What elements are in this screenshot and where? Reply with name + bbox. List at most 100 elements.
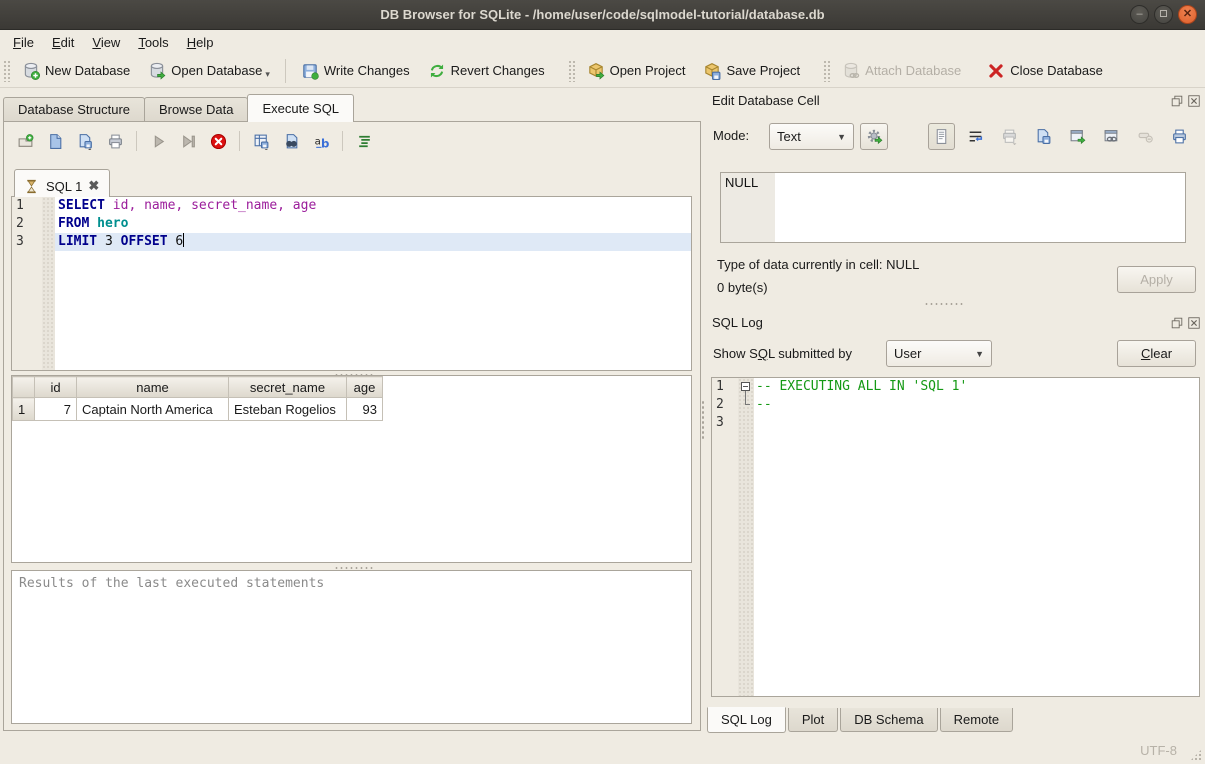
menu-tools[interactable]: Tools bbox=[129, 33, 177, 52]
clear-log-button[interactable]: Clear bbox=[1117, 340, 1196, 367]
revert-changes-button[interactable]: Revert Changes bbox=[419, 58, 554, 84]
save-project-button[interactable]: Save Project bbox=[694, 58, 809, 84]
menu-view[interactable]: View bbox=[83, 33, 129, 52]
find-replace-button[interactable] bbox=[278, 128, 304, 154]
dock-area: Edit Database Cell Mode: Text▼ NULL Typ bbox=[706, 88, 1205, 737]
cell-secret-name[interactable]: Esteban Rogelios bbox=[229, 398, 347, 421]
attach-database-icon bbox=[842, 62, 860, 80]
dock-tab-sql-log[interactable]: SQL Log bbox=[707, 707, 786, 733]
open-sql-file-button[interactable] bbox=[42, 128, 68, 154]
close-icon[interactable]: ✕ bbox=[1178, 5, 1197, 24]
vertical-splitter-handle[interactable] bbox=[701, 400, 705, 440]
log-filter-combobox[interactable]: User▼ bbox=[886, 340, 992, 367]
tab-browse-data[interactable]: Browse Data bbox=[144, 97, 248, 122]
cell-value-editor[interactable]: NULL bbox=[720, 172, 1186, 243]
maximize-icon[interactable] bbox=[1154, 5, 1173, 24]
table-row[interactable]: 1 7 Captain North America Esteban Rogeli… bbox=[13, 398, 383, 421]
print-sql-button[interactable] bbox=[102, 128, 128, 154]
sql-editor[interactable]: 1SELECT id, name, secret_name, age 2FROM… bbox=[11, 196, 692, 371]
float-dock-icon[interactable] bbox=[1170, 94, 1184, 108]
editor-line-current: 3LIMIT 3 OFFSET 6 bbox=[12, 233, 691, 251]
cell-size-info: 0 byte(s) bbox=[717, 280, 768, 295]
close-dock-icon[interactable] bbox=[1187, 316, 1201, 330]
toolbar-grip[interactable] bbox=[823, 60, 830, 82]
mode-combobox[interactable]: Text▼ bbox=[769, 123, 854, 150]
dock-tab-remote[interactable]: Remote bbox=[940, 708, 1014, 732]
import-cell-icon bbox=[1001, 128, 1018, 145]
encoding-indicator[interactable]: UTF-8 bbox=[1140, 743, 1177, 758]
cell-name[interactable]: Captain North America bbox=[77, 398, 229, 421]
minimize-icon[interactable]: – bbox=[1130, 5, 1149, 24]
set-null-button bbox=[1132, 123, 1159, 150]
new-database-icon bbox=[22, 62, 40, 80]
save-results-button[interactable] bbox=[248, 128, 274, 154]
auto-format-word-button[interactable]: ab bbox=[308, 128, 334, 154]
menu-edit[interactable]: Edit bbox=[43, 33, 83, 52]
window-controls: – ✕ bbox=[1130, 5, 1197, 24]
results-message: Results of the last executed statements bbox=[19, 576, 324, 591]
column-header-id[interactable]: id bbox=[35, 377, 77, 398]
open-sql-file-icon bbox=[47, 133, 64, 150]
sql-editor-tab[interactable]: SQL 1 ✖ bbox=[14, 169, 110, 197]
stop-execution-button[interactable] bbox=[205, 128, 231, 154]
close-sql-tab-icon[interactable]: ✖ bbox=[88, 178, 99, 194]
import-cell-button bbox=[996, 123, 1023, 150]
new-database-button[interactable]: New Database bbox=[13, 58, 139, 84]
sql-log-dock-buttons bbox=[1170, 316, 1201, 330]
open-url-button[interactable] bbox=[1098, 123, 1125, 150]
text-mode-button[interactable] bbox=[928, 123, 955, 150]
dock-tab-plot[interactable]: Plot bbox=[788, 708, 838, 732]
open-database-button[interactable]: Open Database ▾ bbox=[139, 58, 279, 84]
save-cell-as-button[interactable] bbox=[1030, 123, 1057, 150]
mode-label: Mode: bbox=[713, 128, 749, 143]
sql-toolbar-separator bbox=[239, 131, 240, 151]
write-changes-button[interactable]: Write Changes bbox=[292, 58, 419, 84]
cell-age[interactable]: 93 bbox=[347, 398, 383, 421]
chevron-down-icon: ▼ bbox=[975, 349, 984, 359]
cell-id[interactable]: 7 bbox=[35, 398, 77, 421]
save-results-icon bbox=[253, 133, 270, 150]
menu-help[interactable]: Help bbox=[178, 33, 223, 52]
hourglass-icon bbox=[23, 178, 40, 195]
print-cell-button[interactable] bbox=[1166, 123, 1193, 150]
column-header-name[interactable]: name bbox=[77, 377, 229, 398]
column-header-age[interactable]: age bbox=[347, 377, 383, 398]
main-toolbar: New Database Open Database ▾ Write Chang… bbox=[0, 54, 1205, 88]
open-project-icon bbox=[587, 62, 605, 80]
print-sql-icon bbox=[107, 133, 124, 150]
column-header-secret-name[interactable]: secret_name bbox=[229, 377, 347, 398]
open-project-button[interactable]: Open Project bbox=[578, 58, 695, 84]
word-wrap-button[interactable] bbox=[962, 123, 989, 150]
export-cell-button[interactable] bbox=[1064, 123, 1091, 150]
sql-tab-label: SQL 1 bbox=[46, 179, 82, 194]
open-sql-tab-button[interactable] bbox=[12, 128, 38, 154]
log-filter-label: Show SQL submitted by bbox=[713, 346, 852, 361]
sql-log-editor[interactable]: 1-- EXECUTING ALL IN 'SQL 1' 2-- 3 bbox=[711, 377, 1200, 697]
toolbar-grip[interactable] bbox=[568, 60, 575, 82]
fold-marker-icon[interactable] bbox=[741, 382, 750, 391]
results-header-row: id name secret_name age bbox=[13, 377, 383, 398]
dock-splitter-handle[interactable] bbox=[924, 302, 964, 307]
float-dock-icon[interactable] bbox=[1170, 316, 1184, 330]
close-dock-icon[interactable] bbox=[1187, 94, 1201, 108]
format-sql-button[interactable] bbox=[351, 128, 377, 154]
corner-header[interactable] bbox=[13, 377, 35, 398]
editor-line: 2FROM hero bbox=[12, 215, 691, 233]
tab-database-structure[interactable]: Database Structure bbox=[3, 97, 145, 122]
tab-execute-sql[interactable]: Execute SQL bbox=[247, 94, 354, 122]
dock-tab-db-schema[interactable]: DB Schema bbox=[840, 708, 937, 732]
dock-tabbar: SQL Log Plot DB Schema Remote bbox=[707, 708, 1015, 733]
open-database-menu-caret[interactable]: ▾ bbox=[265, 69, 270, 80]
save-sql-file-button[interactable] bbox=[72, 128, 98, 154]
menu-file[interactable]: File bbox=[4, 33, 43, 52]
toolbar-grip[interactable] bbox=[3, 60, 10, 82]
row-number[interactable]: 1 bbox=[13, 398, 35, 421]
results-message-pane[interactable]: Results of the last executed statements bbox=[11, 570, 692, 724]
edit-cell-dock-title: Edit Database Cell bbox=[712, 93, 820, 108]
auto-mode-button[interactable] bbox=[860, 123, 888, 150]
close-database-button[interactable]: Close Database bbox=[978, 58, 1112, 84]
fold-end-marker bbox=[745, 396, 750, 405]
resize-grip[interactable] bbox=[1190, 749, 1202, 761]
format-sql-icon bbox=[356, 133, 373, 150]
chevron-down-icon: ▼ bbox=[837, 132, 846, 142]
